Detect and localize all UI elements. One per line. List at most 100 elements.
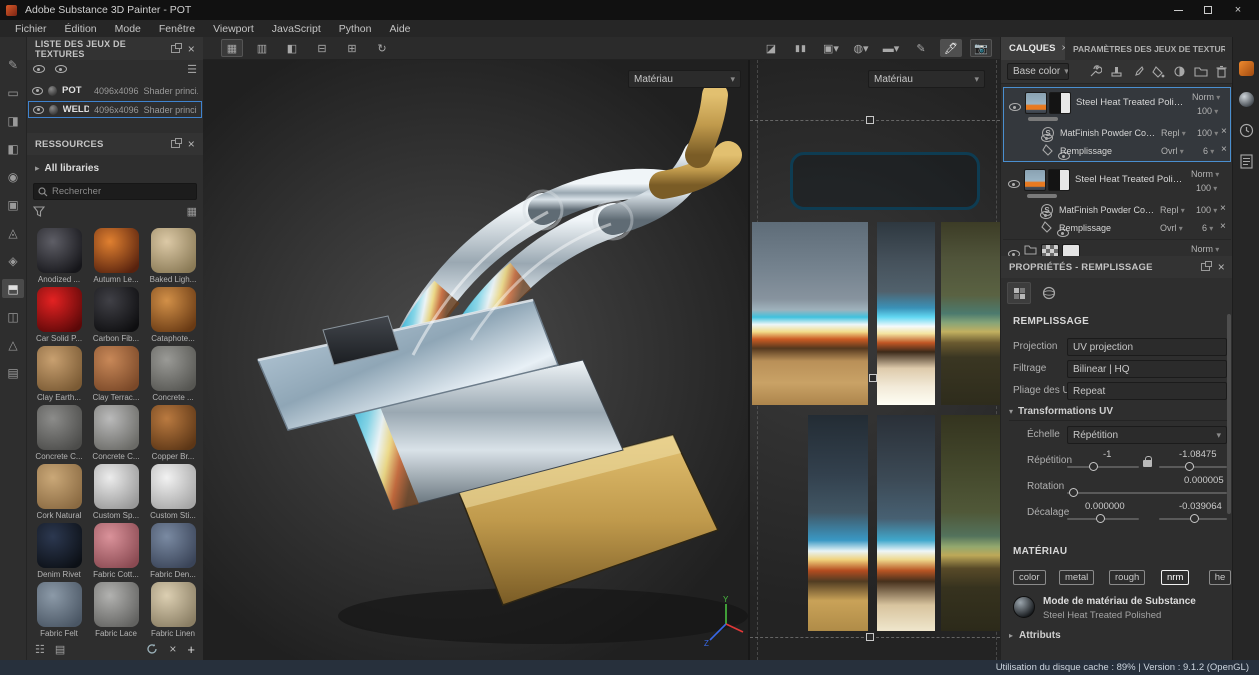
visibility-solo-icon[interactable]	[55, 65, 67, 73]
detail-view-icon[interactable]: ▤	[55, 643, 65, 656]
layer-opacity-dropdown[interactable]: 100	[1197, 128, 1218, 138]
polygon-fill-tool[interactable]: ◧	[2, 139, 24, 158]
refresh-icon[interactable]	[146, 643, 158, 655]
menu-mode[interactable]: Mode	[106, 23, 150, 35]
attributs-section[interactable]: ▸ Attributs	[1009, 630, 1061, 641]
filter-funnel-icon[interactable]	[33, 206, 45, 217]
stencil-dropdown-icon[interactable]: ▣▾	[820, 39, 842, 57]
layer-opacity-dropdown[interactable]: 100	[1197, 106, 1218, 116]
link-lock-icon[interactable]	[1143, 460, 1152, 467]
grid-view-icon[interactable]: ▦	[187, 205, 197, 218]
channel-chip-metal[interactable]: metal	[1059, 570, 1094, 585]
layer-blend-dropdown[interactable]: Ovrl	[1160, 223, 1183, 233]
material-item[interactable]: Concrete C...	[31, 405, 88, 461]
channel-selector-dropdown[interactable]: Base color	[1007, 63, 1069, 80]
layer-blend-dropdown[interactable]: Norm	[1192, 92, 1220, 102]
remove-layer-icon[interactable]: ×	[1221, 127, 1227, 137]
layer-thumbnail[interactable]	[1024, 169, 1046, 191]
history-clock-icon[interactable]	[1239, 123, 1254, 138]
geometry-mask-tool[interactable]: ◈	[2, 251, 24, 270]
grid-options-icon[interactable]: ▥	[251, 39, 273, 57]
paint-brush-tool[interactable]: ✎	[2, 55, 24, 74]
add-resource-icon[interactable]: +	[187, 642, 195, 657]
vertical-scrollbar[interactable]	[1227, 314, 1231, 514]
list-view-icon[interactable]: ☷	[35, 643, 45, 656]
camera-mode-dropdown-icon[interactable]: ▬▾	[880, 39, 902, 57]
stamp-icon[interactable]	[1110, 65, 1123, 78]
viewport-2d[interactable]: Matériau	[750, 60, 1000, 660]
menu-fenetre[interactable]: Fenêtre	[150, 23, 204, 35]
material-item[interactable]: Fabric Den...	[145, 523, 202, 579]
material-item[interactable]: Concrete C...	[88, 405, 145, 461]
menu-python[interactable]: Python	[330, 23, 381, 35]
layer-visibility-icon[interactable]	[1008, 180, 1020, 188]
assets-shelf-tool[interactable]: ▤	[2, 363, 24, 382]
material-item[interactable]: Anodized ...	[31, 228, 88, 284]
properties-tab-sphere-icon[interactable]	[1037, 282, 1061, 304]
minimize-button[interactable]	[1163, 0, 1193, 20]
menu-edition[interactable]: Édition	[56, 23, 106, 35]
layer-blend-dropdown[interactable]: Norm	[1191, 169, 1219, 179]
material-item[interactable]: Fabric Felt	[31, 582, 88, 638]
rotation-slider[interactable]	[1067, 487, 1227, 499]
layer-group-clipped[interactable]: Norm	[1003, 242, 1231, 256]
menu-javascript[interactable]: JavaScript	[263, 23, 330, 35]
documentation-page-icon[interactable]	[1240, 154, 1253, 169]
layer-opacity-dropdown[interactable]: 100	[1196, 183, 1217, 193]
layer-blend-dropdown[interactable]: Repl	[1161, 128, 1186, 138]
pencil-mode-icon[interactable]: ✎	[910, 39, 932, 57]
add-paint-brush-icon[interactable]	[1131, 65, 1144, 78]
material-item[interactable]: Concrete ...	[145, 346, 202, 402]
viewport2d-material-dropdown[interactable]: Matériau	[868, 70, 985, 88]
menu-viewport[interactable]: Viewport	[204, 23, 263, 35]
decalage-x-slider[interactable]	[1067, 513, 1139, 525]
display-settings-icon[interactable]: ◪	[760, 39, 782, 57]
slider-knob[interactable]	[1069, 488, 1078, 497]
add-folder-icon[interactable]	[1194, 66, 1208, 78]
assets-panel-icon[interactable]	[1239, 61, 1254, 76]
close-panel-icon[interactable]: ×	[188, 43, 195, 55]
material-picker-tool[interactable]: ◬	[2, 223, 24, 242]
viewport3d-material-dropdown[interactable]: Matériau	[628, 70, 741, 88]
material-mode-dropdown-icon[interactable]: ◍▾	[850, 39, 872, 57]
list-options-icon[interactable]: ☰	[187, 63, 197, 76]
material-item[interactable]: Cork Natural	[31, 464, 88, 520]
close-panel-icon[interactable]: ×	[188, 138, 195, 150]
slider-knob[interactable]	[1096, 514, 1105, 523]
visibility-eye-icon[interactable]	[33, 106, 44, 114]
close-button[interactable]: ×	[1223, 0, 1253, 20]
resource-search-box[interactable]	[33, 183, 197, 200]
decalage-y-slider[interactable]	[1159, 513, 1227, 525]
popout-icon[interactable]	[171, 140, 180, 148]
texture-set-row-weld[interactable]: WELD... 4096x4096 Shader princi...	[28, 101, 202, 118]
layer-thumbnail[interactable]	[1025, 92, 1047, 114]
material-item[interactable]: Car Solid P...	[31, 287, 88, 343]
material-item[interactable]: Carbon Fib...	[88, 287, 145, 343]
texture-set-row-pot[interactable]: POT 4096x4096 Shader princi...	[28, 82, 202, 99]
layer-opacity-dropdown[interactable]: 100	[1196, 205, 1217, 215]
layer-group-selected[interactable]: Steel Heat Treated Polished Norm 100 S M…	[1003, 87, 1231, 162]
repetition-x-slider[interactable]	[1067, 461, 1139, 473]
delete-trash-icon[interactable]	[1216, 65, 1227, 78]
layer-blend-dropdown[interactable]: Ovrl	[1161, 146, 1184, 156]
menu-fichier[interactable]: Fichier	[6, 23, 56, 35]
material-item[interactable]: Autumn Le...	[88, 228, 145, 284]
layer-group[interactable]: Steel Heat Treated Polished Norm 100 S M…	[1003, 165, 1231, 240]
material-item[interactable]: Fabric Lace	[88, 582, 145, 638]
remove-layer-icon[interactable]: ×	[1220, 222, 1226, 232]
projection-tool[interactable]: ◨	[2, 111, 24, 130]
add-layer-quick-icon[interactable]: ⊞	[341, 39, 363, 57]
symmetry-x-icon[interactable]: ◧	[281, 39, 303, 57]
channel-chip-color[interactable]: color	[1013, 570, 1046, 585]
tab-calques[interactable]: CALQUES ×	[1001, 37, 1065, 60]
resource-search-input[interactable]	[52, 186, 172, 197]
visibility-eye-icon[interactable]	[32, 87, 43, 95]
library-selector[interactable]: ▸ All libraries	[35, 163, 99, 174]
repetition-y-value[interactable]: -1.08475	[1179, 449, 1217, 460]
properties-tab-material-icon[interactable]	[1007, 282, 1031, 304]
slider-knob[interactable]	[1089, 462, 1098, 471]
material-item[interactable]: Copper Br...	[145, 405, 202, 461]
channel-chip-height[interactable]: he	[1209, 570, 1231, 585]
popout-icon[interactable]	[1201, 263, 1210, 271]
quick-mask-tool[interactable]: ⬒	[2, 279, 24, 298]
